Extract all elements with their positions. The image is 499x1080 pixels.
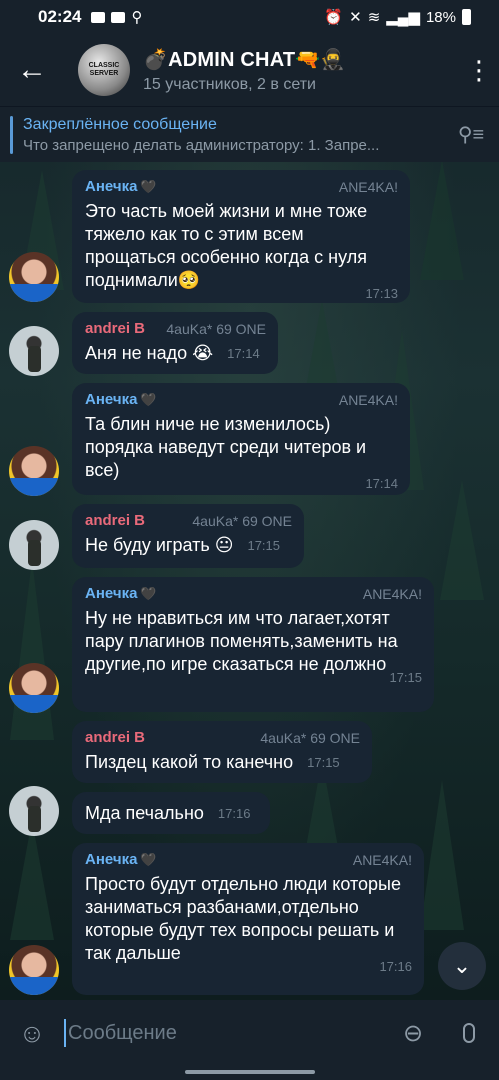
chat-info[interactable]: 💣ADMIN CHAT🔫🥷 15 участников, 2 в сети bbox=[143, 47, 459, 94]
sender-name[interactable]: Анечка bbox=[85, 585, 137, 602]
sender-name[interactable]: andrei B bbox=[85, 512, 145, 529]
sender-name[interactable]: Анечка bbox=[85, 178, 137, 195]
admin-tag: ANE4KA! bbox=[352, 851, 412, 868]
avatar[interactable] bbox=[9, 945, 59, 995]
message-bubble[interactable]: andrei B 4auKa* 69 ONE Пиздец какой то к… bbox=[72, 721, 372, 783]
message-row: Не буду играть 😐 17:15 bbox=[85, 534, 292, 557]
avatar[interactable] bbox=[9, 786, 59, 836]
system-icons: ⏰ ✕ ≋ ▂▄▆ 18% bbox=[324, 8, 471, 26]
message-time: 17:15 bbox=[247, 538, 281, 553]
avatar[interactable] bbox=[9, 326, 59, 376]
scroll-down-button[interactable]: ⌄ bbox=[438, 942, 486, 990]
message-bubble[interactable]: Анечка 🖤 ANE4KA! Та блин ниче не изменило… bbox=[72, 383, 410, 495]
message-text: Пиздец какой то канечно bbox=[85, 752, 294, 772]
admin-tag: ANE4KA! bbox=[362, 585, 422, 602]
message-time: 17:14 bbox=[227, 346, 260, 361]
admin-tag: ANE4KA! bbox=[338, 391, 398, 408]
message-text: Не буду играть 😐 bbox=[85, 535, 234, 555]
chat-title: 💣ADMIN CHAT🔫🥷 bbox=[143, 48, 346, 71]
message-text: Ну не нравиться им что лагает,хотят пару… bbox=[85, 608, 398, 674]
emoji-icon[interactable]: ☺ bbox=[0, 1018, 64, 1049]
signal-icon: ▂▄▆ bbox=[386, 9, 420, 26]
message-time: 17:16 bbox=[217, 806, 251, 821]
message-text: Просто будут отдельно люди которые заним… bbox=[85, 874, 401, 963]
black-heart-icon: 🖤 bbox=[140, 586, 157, 601]
admin-tag: ANE4KA! bbox=[338, 178, 398, 195]
wifi-icon: ≋ bbox=[367, 9, 381, 26]
pin-list-icon[interactable]: ⚲≡ bbox=[443, 122, 499, 147]
paperclip-icon[interactable]: ⊘ bbox=[384, 1004, 441, 1061]
microphone-icon[interactable] bbox=[439, 1023, 499, 1043]
system-nav-bar bbox=[0, 1066, 499, 1080]
admin-tag: 4auKa* 69 ONE bbox=[166, 320, 266, 337]
arrow-left-icon[interactable]: ← bbox=[0, 34, 64, 106]
sender-name[interactable]: Анечка bbox=[85, 851, 137, 868]
message-text: Мда печально bbox=[85, 803, 204, 823]
pinned-message[interactable]: Закреплённое сообщение Что запрещено дел… bbox=[0, 106, 499, 162]
mic-shape bbox=[463, 1023, 475, 1043]
avatar[interactable] bbox=[9, 252, 59, 302]
sender-name[interactable]: Анечка bbox=[85, 391, 137, 408]
avatar[interactable] bbox=[9, 446, 59, 496]
black-heart-icon: 🖤 bbox=[140, 852, 157, 867]
admin-tag: 4auKa* 69 ONE bbox=[260, 729, 360, 746]
chevron-down-icon: ⌄ bbox=[452, 953, 472, 978]
avatar[interactable] bbox=[9, 663, 59, 713]
message-bubble[interactable]: Анечка 🖤 ANE4KA! Это часть моей жизни и м… bbox=[72, 170, 410, 303]
pinned-text: Что запрещено делать администратору: 1. … bbox=[23, 136, 380, 154]
message-text: Та блин ниче не изменилось) порядка наве… bbox=[85, 414, 367, 480]
mail-icon bbox=[91, 11, 106, 23]
mute-icon: ✕ bbox=[349, 9, 362, 26]
message-input[interactable] bbox=[64, 1019, 387, 1047]
black-heart-icon: 🖤 bbox=[140, 392, 157, 407]
sender-name[interactable]: andrei B bbox=[85, 320, 145, 337]
message-text: Аня не надо 😭 bbox=[85, 343, 214, 363]
status-time: 02:24 bbox=[38, 7, 82, 26]
message-time: 17:14 bbox=[365, 476, 398, 491]
message-row: Пиздец какой то канечно 17:15 bbox=[85, 751, 360, 774]
avatar-text: CLASSIC SERVER bbox=[88, 62, 120, 77]
message-bubble[interactable]: Мда печально 17:16 bbox=[72, 792, 270, 834]
battery-percent: 18% bbox=[425, 8, 456, 26]
message-bubble[interactable]: Анечка 🖤 ANE4KA! Просто будут отдельно лю… bbox=[72, 843, 424, 995]
pinned-indicator bbox=[10, 115, 13, 154]
message-text: Это часть моей жизни и мне тоже тяжело к… bbox=[85, 201, 368, 290]
pinned-content: Закреплённое сообщение Что запрещено дел… bbox=[23, 116, 443, 154]
notification-icons: ⚲ bbox=[91, 8, 142, 26]
admin-tag: 4auKa* 69 ONE bbox=[192, 512, 292, 529]
message-row: Аня не надо 😭 17:14 bbox=[85, 342, 266, 365]
chat-header: ← CLASSIC SERVER 💣ADMIN CHAT🔫🥷 15 участн… bbox=[0, 34, 499, 106]
message-bubble[interactable]: andrei B 4auKa* 69 ONE Не буду играть 😐 … bbox=[72, 504, 304, 568]
chat-avatar[interactable]: CLASSIC SERVER bbox=[78, 44, 130, 96]
gallery-icon bbox=[111, 11, 126, 23]
status-bar: 02:24 ⚲ ⏰ ✕ ≋ ▂▄▆ 18% bbox=[0, 0, 499, 34]
more-vertical-icon[interactable]: ⋮ bbox=[459, 55, 499, 86]
battery-icon bbox=[462, 9, 471, 25]
pinned-title: Закреплённое сообщение bbox=[23, 115, 217, 133]
home-indicator[interactable] bbox=[185, 1070, 315, 1074]
alarm-icon: ⏰ bbox=[324, 9, 344, 26]
message-bubble[interactable]: andrei B 4auKa* 69 ONE Аня не надо 😭 17:… bbox=[72, 312, 278, 374]
chat-subtitle: 15 участников, 2 в сети bbox=[143, 75, 316, 93]
search-icon: ⚲ bbox=[131, 9, 143, 26]
sender-name[interactable]: andrei B bbox=[85, 729, 145, 746]
message-composer: ☺ ⊘ bbox=[0, 1000, 499, 1066]
message-time: 17:15 bbox=[307, 755, 340, 770]
black-heart-icon: 🖤 bbox=[140, 179, 157, 194]
message-bubble[interactable]: Анечка 🖤 ANE4KA! Ну не нравиться им что л… bbox=[72, 577, 434, 712]
avatar[interactable] bbox=[9, 520, 59, 570]
message-row: Мда печально 17:16 bbox=[85, 802, 258, 825]
